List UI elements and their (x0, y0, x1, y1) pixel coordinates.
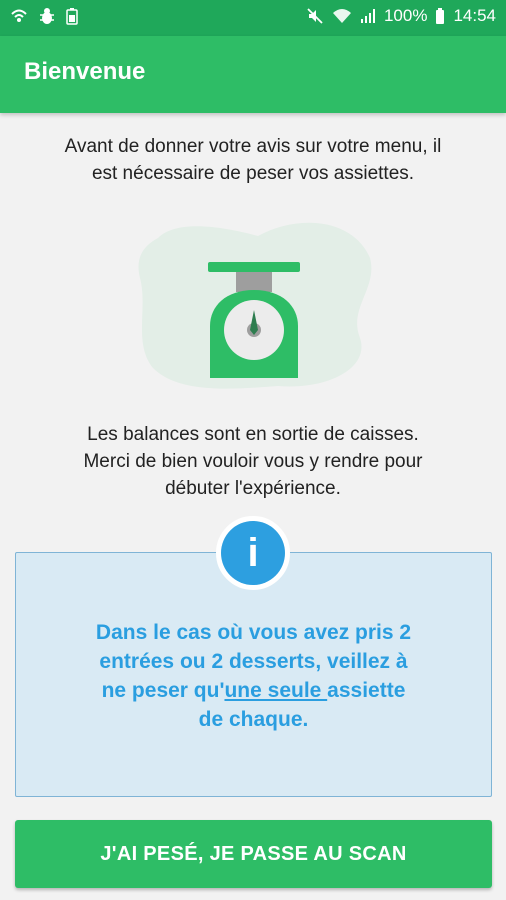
location-line-1: Les balances sont en sortie de caisses. (87, 424, 419, 445)
info-line-3-after: assiette (327, 679, 406, 702)
battery-percent: 100% (383, 6, 428, 25)
location-text: Les balances sont en sortie de caisses. … (20, 421, 486, 502)
info-emphasis: une seule (224, 679, 328, 702)
info-line-3-before: ne peser qu' (101, 679, 225, 702)
battery-saver-icon (66, 8, 78, 25)
info-line-2: entrées ou 2 desserts, veillez à (99, 650, 408, 673)
app-bar: Bienvenue (0, 36, 506, 113)
status-left-icons (10, 7, 78, 25)
status-right: 100% 14:54 (306, 6, 496, 26)
status-bar: 100% 14:54 (0, 0, 506, 36)
wifi-hotspot-icon (11, 9, 27, 22)
kitchen-scale-illustration (138, 222, 372, 389)
location-line-2: Merci de bien vouloir vous y rendre pour (83, 451, 423, 472)
mute-icon (307, 8, 323, 24)
scale-top-bar (208, 262, 300, 272)
wifi-icon (332, 9, 351, 23)
battery-icon (436, 8, 445, 24)
intro-text: Avant de donner votre avis sur votre men… (20, 133, 486, 187)
intro-line-2: est nécessaire de peser vos assiettes. (91, 163, 415, 184)
scale-neck (236, 272, 272, 292)
bug-icon (40, 8, 54, 24)
info-line-4: de chaque. (198, 708, 309, 731)
info-icon: i (221, 521, 285, 585)
info-badge: i (216, 516, 290, 590)
info-message: Dans le cas où vous avez pris 2 entrées … (25, 618, 482, 734)
scan-button[interactable]: J'AI PESÉ, JE PASSE AU SCAN (15, 820, 492, 888)
info-line-3: ne peser qu'une seule assiette (25, 676, 482, 705)
page-title: Bienvenue (24, 58, 146, 85)
intro-line-1: Avant de donner votre avis sur votre men… (64, 136, 442, 157)
location-line-3: débuter l'expérience. (165, 478, 341, 499)
info-line-1: Dans le cas où vous avez pris 2 (95, 621, 412, 644)
signal-icon (360, 9, 375, 23)
clock: 14:54 (453, 6, 496, 25)
